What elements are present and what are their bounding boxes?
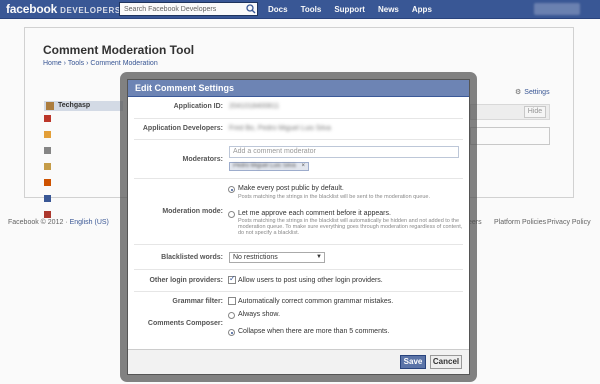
application-id-label: Application ID:: [173, 103, 223, 110]
dialog-footer: Save Cancel: [128, 349, 469, 374]
moderation-mode-label: Moderation mode:: [162, 208, 223, 215]
blacklisted-words-label: Blacklisted words:: [161, 254, 223, 261]
blacklisted-words-value: No restrictions: [233, 254, 278, 261]
save-button[interactable]: Save: [400, 355, 426, 369]
mode-public-radio[interactable]: [228, 186, 235, 193]
composer-always-radio[interactable]: [228, 312, 235, 319]
divider: [134, 118, 463, 119]
other-login-option: Allow users to post using other login pr…: [238, 277, 383, 284]
mode-approve-label: Let me approve each comment before it ap…: [238, 210, 391, 217]
chevron-down-icon: ▼: [316, 254, 322, 260]
remove-moderator-icon[interactable]: ×: [301, 163, 305, 170]
developers-label: Application Developers:: [142, 125, 223, 132]
application-id-value: 2041018400811: [229, 103, 280, 110]
mode-approve-hint: Posts matching the strings in the blackl…: [238, 218, 463, 237]
moderator-token-name: Pedro Miguel Luis Silva: [233, 163, 296, 169]
dialog-title: Edit Comment Settings: [128, 80, 469, 97]
edit-comment-settings-dialog: Edit Comment Settings Application ID: 20…: [127, 79, 470, 375]
developers-value: Fred Bo, Pedro Miguel Luis Silva: [229, 125, 331, 132]
comments-composer-label: Comments Composer:: [147, 320, 223, 327]
mode-public-hint: Posts matching the strings in the blackl…: [238, 194, 430, 200]
mode-approve-radio[interactable]: [228, 211, 235, 218]
composer-collapse-radio[interactable]: [228, 329, 235, 336]
moderators-label: Moderators:: [182, 156, 223, 163]
moderator-token[interactable]: Pedro Miguel Luis Silva ×: [229, 162, 309, 171]
divider: [134, 269, 463, 270]
other-login-label: Other login providers:: [149, 277, 223, 284]
blacklisted-words-select[interactable]: No restrictions ▼: [229, 252, 325, 263]
other-login-checkbox[interactable]: [228, 274, 236, 284]
divider: [134, 139, 463, 140]
grammar-filter-label: Grammar filter:: [172, 298, 223, 305]
divider: [134, 244, 463, 245]
mode-public-label: Make every post public by default.: [238, 185, 344, 192]
grammar-filter-option: Automatically correct common grammar mis…: [238, 298, 394, 305]
moderator-input[interactable]: Add a comment moderator: [229, 146, 459, 158]
cancel-button[interactable]: Cancel: [430, 355, 462, 369]
composer-collapse-label: Collapse when there are more than 5 comm…: [238, 328, 390, 335]
composer-always-label: Always show.: [238, 311, 281, 318]
divider: [134, 178, 463, 179]
divider: [134, 291, 463, 292]
grammar-filter-checkbox[interactable]: [228, 297, 236, 305]
